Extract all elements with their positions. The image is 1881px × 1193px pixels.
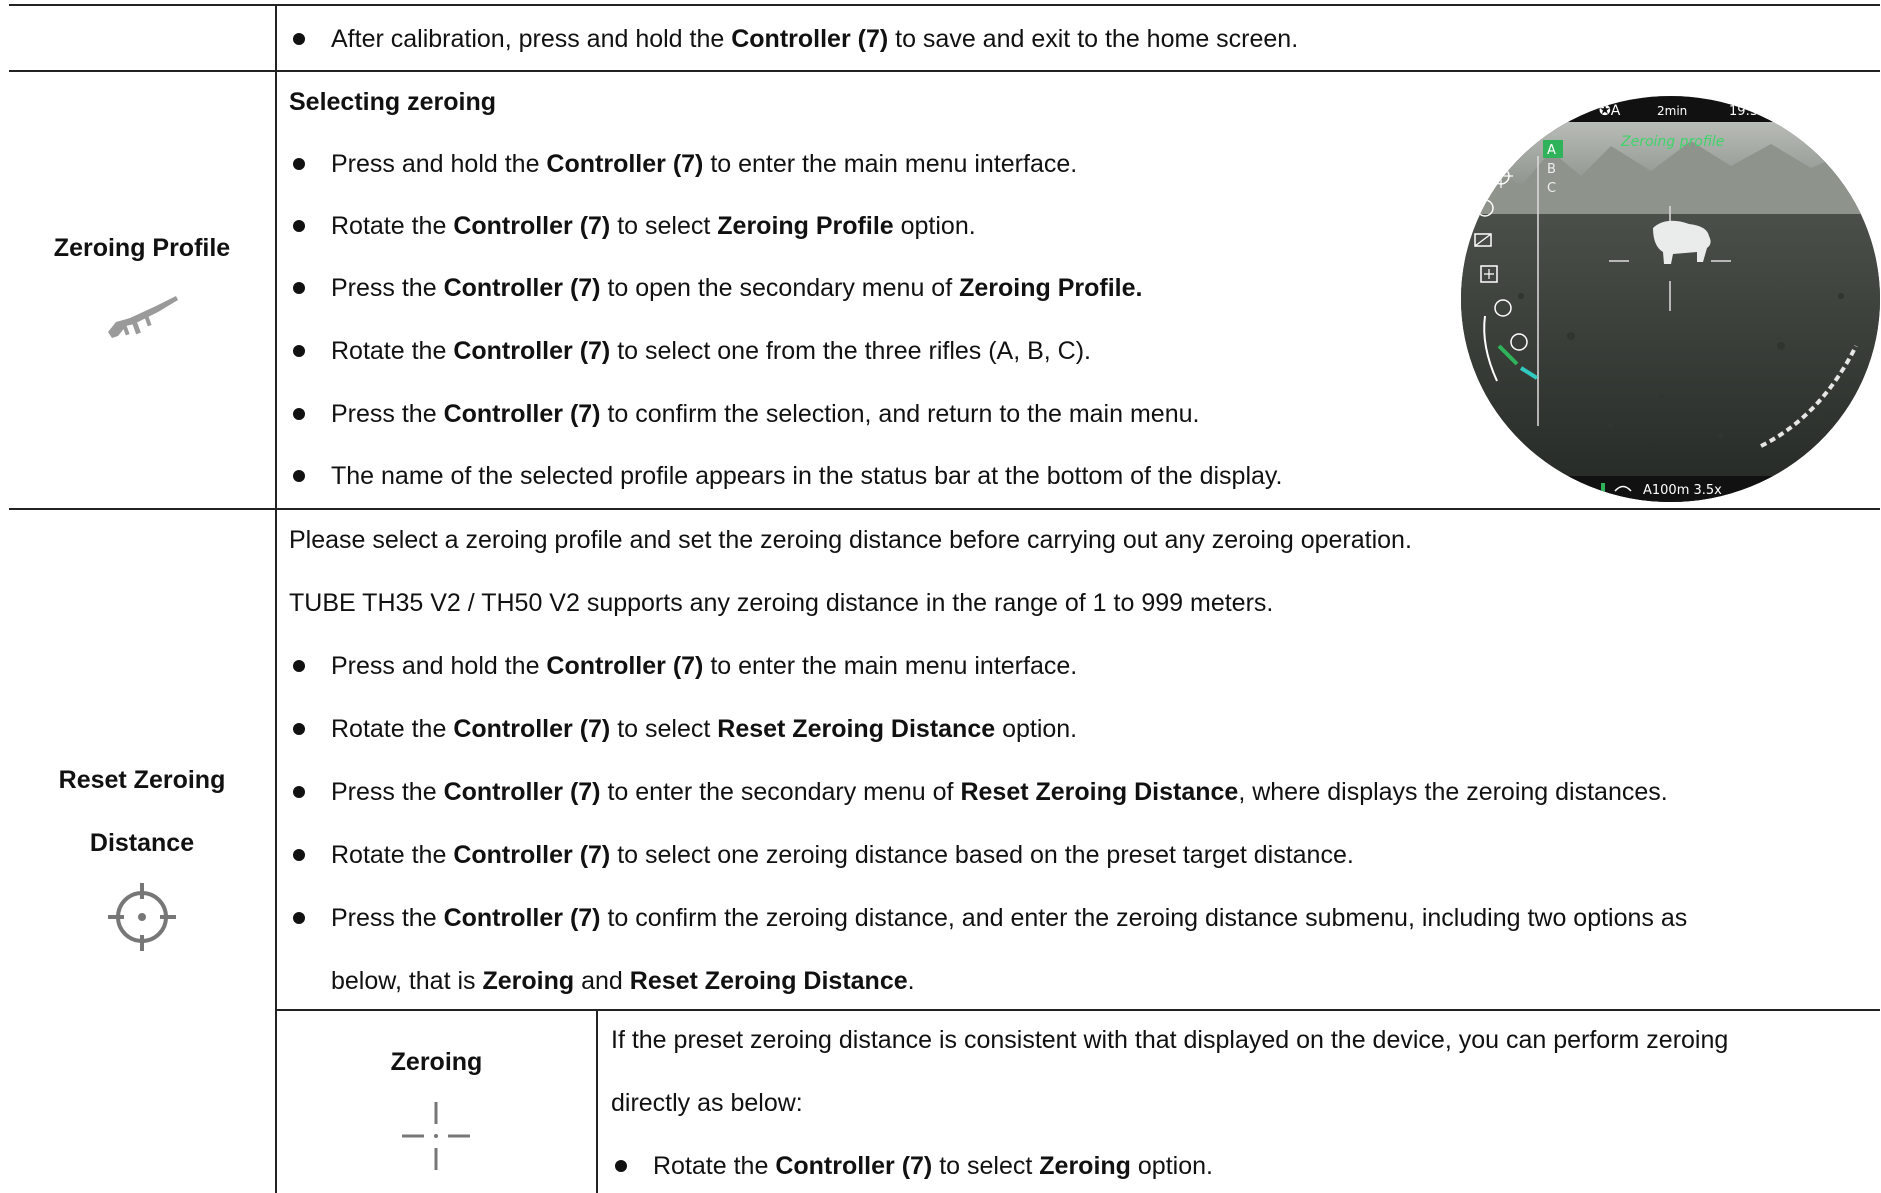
zp-bullet-5: Press the Controller (7) to confirm the … [331, 400, 1200, 428]
rz-bullet-5: Press the Controller (7) to confirm the … [331, 904, 1688, 932]
bullet-dot [293, 660, 305, 672]
scope-scene: ☀ ✪A 2min 19:35 Zeroing profile A B C A1… [1461, 96, 1880, 502]
bullet-dot [293, 345, 305, 357]
rz-bullet-1: Press and hold the Controller (7) to ent… [331, 652, 1078, 680]
bullet-dot [293, 158, 305, 170]
bullet-dot [293, 282, 305, 294]
zeroing-line-1: If the preset zeroing distance is consis… [611, 1026, 1729, 1054]
zeroing-profile-label: Zeroing Profile [53, 234, 231, 262]
scope-option-a: A [1547, 143, 1556, 158]
zp-bullet-2: Rotate the Controller (7) to select Zero… [331, 212, 976, 240]
col-divider-left [275, 4, 277, 1193]
zeroing-line-2: directly as below: [611, 1089, 803, 1117]
row-divider-1 [9, 70, 1880, 72]
scope-status-mode: ✪A [1599, 103, 1621, 119]
bullet-dot [615, 1160, 627, 1172]
bullet-dot [293, 33, 305, 45]
bullet-dot [293, 220, 305, 232]
zp-bullet-4: Rotate the Controller (7) to select one … [331, 337, 1092, 365]
scope-menu-title: Zeroing profile [1620, 134, 1724, 150]
zp-bullet-6: The name of the selected profile appears… [331, 462, 1283, 490]
brightness-icon: ☀ [1567, 103, 1580, 119]
scope-status-timer: 2min [1657, 104, 1687, 118]
row-divider-2 [9, 508, 1880, 510]
rz-paragraph-2: TUBE TH35 V2 / TH50 V2 supports any zero… [289, 589, 1274, 617]
rz-bullet-5-continuation: below, that is Zeroing and Reset Zeroing… [331, 967, 915, 995]
rz-bullet-4: Rotate the Controller (7) to select one … [331, 841, 1354, 869]
subtable-col-divider [596, 1009, 598, 1193]
subtable-divider-top [275, 1009, 1880, 1011]
table-border-top [9, 4, 1880, 6]
rz-bullet-2: Rotate the Controller (7) to select Rese… [331, 715, 1078, 743]
bullet-dot [293, 786, 305, 798]
scope-option-b: B [1547, 162, 1556, 177]
scope-option-c: C [1547, 181, 1556, 196]
scope-status-clock: 19:35 [1729, 104, 1766, 119]
bullet-dot [293, 723, 305, 735]
zp-bullet-3: Press the Controller (7) to open the sec… [331, 274, 1143, 302]
reset-zeroing-label-line2: Distance [89, 829, 195, 857]
zeroing-bullet-1: Rotate the Controller (7) to select Zero… [653, 1152, 1213, 1180]
zeroing-reticle-icon [402, 1102, 470, 1170]
rz-bullet-3: Press the Controller (7) to enter the se… [331, 778, 1668, 806]
bullet-dot [293, 408, 305, 420]
rifle-icon [108, 296, 178, 338]
crosshair-icon [108, 883, 176, 951]
bullet-dot [293, 849, 305, 861]
row1-bullet-text: After calibration, press and hold the Co… [331, 25, 1299, 53]
zp-bullet-1: Press and hold the Controller (7) to ent… [331, 150, 1078, 178]
rz-paragraph-1: Please select a zeroing profile and set … [289, 526, 1412, 554]
bullet-dot [293, 912, 305, 924]
selecting-zeroing-heading: Selecting zeroing [289, 88, 496, 116]
reset-zeroing-label-line1: Reset Zeroing [58, 766, 226, 794]
scope-status-distance-zoom: A100m 3.5x [1643, 483, 1722, 498]
scope-display-image: ☀ ✪A 2min 19:35 Zeroing profile A B C A1… [1461, 96, 1880, 502]
bullet-dot [293, 470, 305, 482]
zeroing-label: Zeroing [390, 1048, 483, 1076]
